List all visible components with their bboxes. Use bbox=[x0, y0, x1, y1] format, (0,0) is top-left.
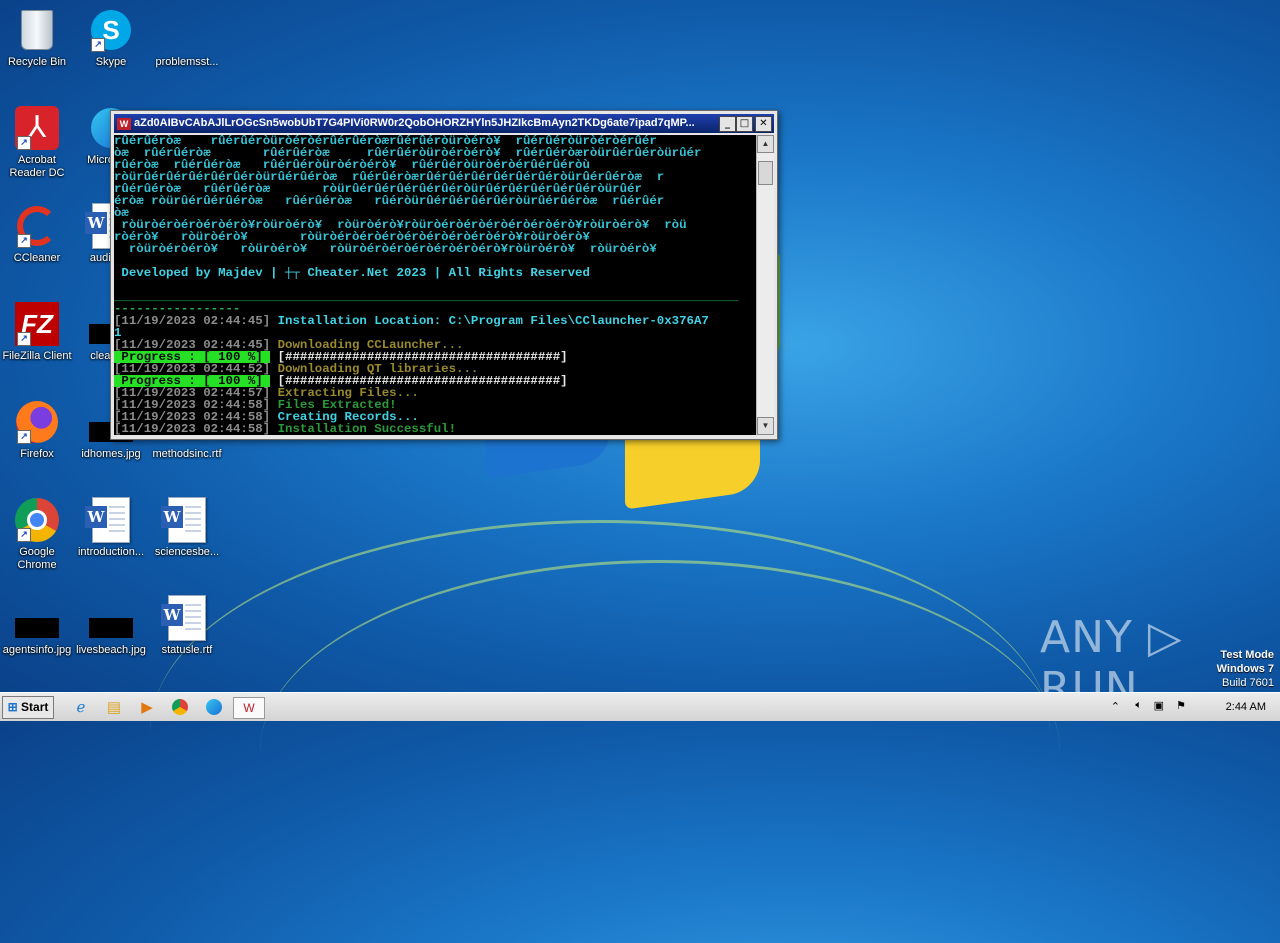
console-segment: [#####################################] bbox=[270, 351, 568, 363]
shortcut-arrow-icon: ↗ bbox=[17, 332, 31, 346]
console-window[interactable]: WaZd0AIBvCAbAJlLrOGcSn5wobUbT7G4PIVi0RW0… bbox=[110, 110, 778, 440]
console-segment: Downloading CCLauncher... bbox=[277, 339, 464, 351]
console-line: [11/19/2023 02:44:58] Creating Records..… bbox=[114, 411, 756, 423]
clock[interactable]: 2:44 AM bbox=[1226, 701, 1266, 713]
console-line: [11/19/2023 02:44:45] Downloading CCLaun… bbox=[114, 339, 756, 351]
action-center-flag-icon[interactable]: ⚑ bbox=[1176, 699, 1186, 712]
console-segment: [#####################################] bbox=[270, 375, 568, 387]
image-thumbnail-icon bbox=[89, 618, 133, 638]
console-line: òæ bbox=[114, 207, 129, 219]
console-line: ròüròéròérò¥ ròüròérò¥ ròüròéròéròéròérò… bbox=[114, 243, 657, 255]
console-segment: Installation Location: C:\Program Files\… bbox=[277, 315, 709, 327]
console-taskbar-icon[interactable]: W bbox=[233, 697, 265, 719]
console-line: Progress : [ 100 %] [###################… bbox=[114, 351, 756, 363]
console-segment: Creating Records... bbox=[277, 411, 419, 423]
app-icon: W bbox=[117, 117, 131, 130]
window-title: aZd0AIBvCAbAJlLrOGcSn5wobUbT7G4PIVi0RW0r… bbox=[134, 117, 695, 129]
desktop-icon-recycle-bin[interactable]: Recycle Bin bbox=[0, 8, 74, 69]
desktop-icon-filezilla[interactable]: FZ ↗ FileZilla Client bbox=[0, 302, 74, 363]
recycle-bin-icon bbox=[21, 10, 53, 50]
show-hidden-icons-icon[interactable]: ⌃ bbox=[1111, 700, 1120, 713]
maximize-button[interactable]: □ bbox=[736, 116, 753, 132]
console-line: òæ rûérûéròæ rûérûéròæ rûérûéròüròéròérò… bbox=[114, 147, 702, 159]
vertical-scrollbar[interactable]: ▲ ▼ bbox=[756, 135, 774, 435]
volume-icon[interactable]: 🔈︎ bbox=[1135, 699, 1142, 712]
scroll-thumb[interactable] bbox=[758, 161, 773, 185]
edge-taskbar-icon[interactable] bbox=[203, 697, 225, 717]
word-document-icon: W bbox=[85, 497, 130, 543]
desktop-icon-acrobat[interactable]: ⅄ ↗ Acrobat Reader DC bbox=[0, 106, 74, 180]
scroll-down-icon[interactable]: ▼ bbox=[757, 417, 774, 435]
console-line: [11/19/2023 02:44:58] Files Extracted! bbox=[114, 399, 756, 411]
start-button[interactable]: ⊞ Start bbox=[2, 696, 54, 719]
progress-badge: Progress : [ 100 %] bbox=[114, 375, 271, 387]
file-icon bbox=[165, 31, 209, 52]
console-line: [11/19/2023 02:44:58] Installation Succe… bbox=[114, 423, 756, 435]
console-segment: [11/19/2023 02:44:58] bbox=[114, 423, 278, 435]
desktop-icon-firefox[interactable]: ↗ Firefox bbox=[0, 400, 74, 461]
console-output[interactable]: rûérûéròæ rûérûéròüròéròérûérûéròærûérûé… bbox=[114, 135, 756, 435]
shortcut-arrow-icon: ↗ bbox=[17, 136, 31, 150]
console-line: ròüròéròéròéròérò¥ròüròérò¥ ròüròérò¥ròü… bbox=[114, 219, 687, 231]
console-line: rûérûéròæ rûérûéròæ ròürûérûérûérûérûérò… bbox=[114, 183, 642, 195]
test-mode-label: Test Mode Windows 7 Build 7601 bbox=[1216, 649, 1274, 689]
desktop-icon-sciencesbe[interactable]: W sciencesbe... bbox=[150, 497, 224, 559]
image-thumbnail-icon bbox=[15, 618, 59, 638]
console-segment: [11/19/2023 02:44:58] bbox=[114, 411, 278, 423]
desktop-icon-problems[interactable]: problemsst... bbox=[150, 8, 224, 69]
desktop-icon-statusle[interactable]: W statusle.rtf bbox=[150, 595, 224, 657]
console-segment: [11/19/2023 02:44:45] bbox=[114, 315, 278, 327]
ie-icon[interactable]: ℯ bbox=[70, 697, 92, 717]
desktop-icon-chrome[interactable]: ↗ Google Chrome bbox=[0, 498, 74, 572]
desktop-icon-introduction[interactable]: W introduction... bbox=[74, 497, 148, 559]
console-segment: Extracting Files... bbox=[277, 387, 419, 399]
shortcut-arrow-icon: ↗ bbox=[17, 234, 31, 248]
shortcut-arrow-icon: ↗ bbox=[17, 528, 31, 542]
close-button[interactable]: ✕ bbox=[755, 116, 772, 132]
console-segment: Downloading QT libraries... bbox=[277, 363, 479, 375]
explorer-icon[interactable]: ▤ bbox=[103, 697, 125, 717]
shortcut-arrow-icon: ↗ bbox=[17, 430, 31, 444]
console-line: ----------------- bbox=[114, 303, 241, 315]
console-line: [11/19/2023 02:44:57] Extracting Files..… bbox=[114, 387, 756, 399]
minimize-button[interactable]: _ bbox=[719, 116, 736, 132]
console-segment: [11/19/2023 02:44:57] bbox=[114, 387, 278, 399]
desktop-icon-agentsinfo[interactable]: agentsinfo.jpg bbox=[0, 596, 74, 657]
console-segment: Installation Successful! bbox=[277, 423, 457, 435]
console-line: ròérò¥ ròüròérò¥ ròüròéròéròéròéròéròérò… bbox=[114, 231, 590, 243]
console-segment: [11/19/2023 02:44:45] bbox=[114, 339, 278, 351]
console-title-bar[interactable]: WaZd0AIBvCAbAJlLrOGcSn5wobUbT7G4PIVi0RW0… bbox=[114, 114, 774, 133]
progress-badge: Progress : [ 100 %] bbox=[114, 351, 271, 363]
console-line: ròürûérûérûérûérûéròürûérûéròæ rûérûéròæ… bbox=[114, 171, 665, 183]
console-line: rûéròæ rûérûéròæ rûérûéròüròéròérò¥ rûér… bbox=[114, 159, 590, 171]
console-line: 1 bbox=[114, 327, 122, 339]
console-line: éròæ ròürûérûérûéròæ rûérûéròæ rûéròürûé… bbox=[114, 195, 665, 207]
taskbar: ⊞ Start ℯ ▤ ▶ W ⌃ 🔈︎ ▣ ⚑ 2:44 AM bbox=[0, 692, 1280, 721]
console-segment: [11/19/2023 02:44:58] bbox=[114, 399, 278, 411]
chrome-taskbar-icon[interactable] bbox=[169, 697, 191, 717]
shortcut-arrow-icon: ↗ bbox=[91, 38, 105, 52]
scroll-up-icon[interactable]: ▲ bbox=[757, 135, 774, 153]
network-icon[interactable]: ▣ bbox=[1154, 699, 1164, 712]
word-document-icon: W bbox=[161, 497, 206, 543]
desktop-icon-livesbeach[interactable]: livesbeach.jpg bbox=[74, 596, 148, 657]
desktop-icon-skype[interactable]: S ↗ Skype bbox=[74, 8, 148, 69]
windows-flag-icon: ⊞ bbox=[7, 700, 18, 714]
console-line: Progress : [ 100 %] [###################… bbox=[114, 375, 756, 387]
console-segment: [11/19/2023 02:44:52] bbox=[114, 363, 278, 375]
console-line: [11/19/2023 02:44:45] Installation Locat… bbox=[114, 315, 756, 327]
media-player-icon[interactable]: ▶ bbox=[136, 697, 158, 717]
console-segment: Files Extracted! bbox=[277, 399, 397, 411]
console-line: ________________________________________… bbox=[114, 291, 739, 303]
console-line: rûérûéròæ rûérûéròüròéròérûérûéròærûérûé… bbox=[114, 135, 657, 147]
console-line: [11/19/2023 02:44:52] Downloading QT lib… bbox=[114, 363, 756, 375]
word-document-icon: W bbox=[161, 595, 206, 641]
console-line: Developed by Majdev | ┼┬ Cheater.Net 202… bbox=[114, 267, 590, 279]
desktop-icon-ccleaner[interactable]: ↗ CCleaner bbox=[0, 204, 74, 265]
